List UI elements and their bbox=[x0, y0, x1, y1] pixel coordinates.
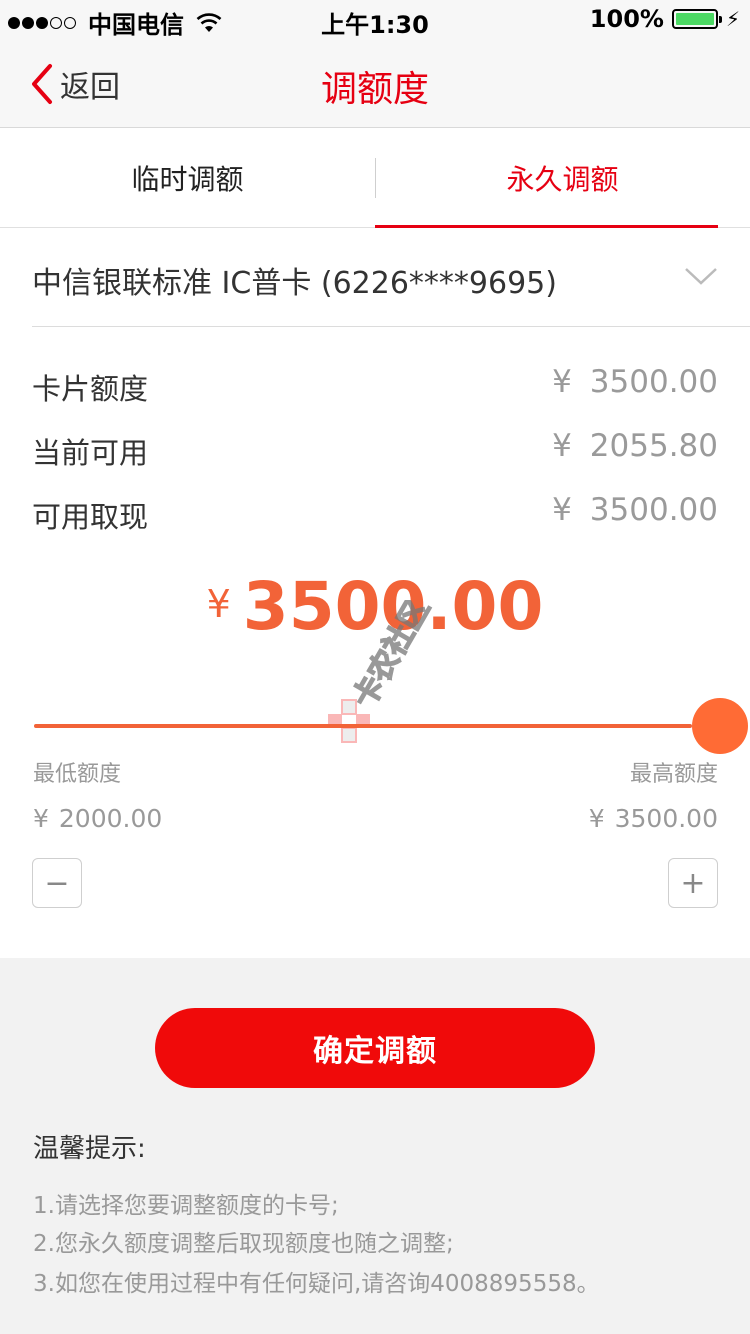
info-row-current-available: 当前可用 ¥2055.80 bbox=[32, 424, 718, 474]
currency-symbol: ¥ bbox=[552, 492, 572, 528]
confirm-adjust-button[interactable]: 确定调额 bbox=[155, 1008, 595, 1088]
tab-bar: 临时调额 永久调额 bbox=[0, 128, 750, 228]
max-amount: 3500.00 bbox=[614, 804, 718, 833]
nav-bar: 返回 调额度 bbox=[0, 40, 750, 128]
max-limit-label: 最高额度 bbox=[629, 762, 718, 787]
min-amount: 2000.00 bbox=[58, 804, 163, 833]
tips-title: 温馨提示: bbox=[33, 1134, 146, 1164]
currency-symbol: ¥ bbox=[33, 804, 49, 833]
decrease-button[interactable]: − bbox=[32, 858, 82, 908]
battery-percent: 100% bbox=[589, 5, 664, 33]
tip-line: 2.您永久额度调整后取现额度也随之调整; bbox=[33, 1231, 454, 1257]
selected-amount: ¥3500.00 bbox=[0, 568, 750, 645]
card-label: 中信银联标准 IC普卡 (6226****9695) bbox=[32, 266, 557, 301]
currency-symbol: ¥ bbox=[552, 428, 572, 464]
status-bar: 中国电信 上午1:30 100% ⚡ bbox=[0, 0, 750, 40]
card-selector[interactable]: 中信银联标准 IC普卡 (6226****9695) bbox=[32, 228, 750, 327]
info-value: ¥2055.80 bbox=[552, 428, 718, 464]
min-limit-value: ¥2000.00 bbox=[33, 804, 162, 833]
currency-symbol: ¥ bbox=[206, 582, 231, 626]
info-label: 可用取现 bbox=[32, 500, 149, 534]
info-value: ¥3500.00 bbox=[552, 492, 718, 528]
info-label: 当前可用 bbox=[32, 436, 149, 470]
amount-slider[interactable] bbox=[34, 698, 748, 754]
status-right: 100% ⚡ bbox=[590, 5, 740, 33]
min-limit-label: 最低额度 bbox=[33, 762, 122, 787]
slider-track bbox=[34, 724, 692, 728]
charging-bolt-icon: ⚡ bbox=[725, 7, 740, 31]
tip-line: 1.请选择您要调整额度的卡号; bbox=[33, 1193, 339, 1219]
max-limit-value: ¥3500.00 bbox=[589, 804, 718, 833]
info-amount: 3500.00 bbox=[589, 492, 718, 528]
info-amount: 3500.00 bbox=[589, 364, 718, 400]
battery-icon bbox=[671, 9, 722, 29]
slider-thumb[interactable] bbox=[692, 698, 748, 754]
currency-symbol: ¥ bbox=[588, 804, 605, 833]
info-row-card-limit: 卡片额度 ¥3500.00 bbox=[32, 360, 718, 410]
increase-button[interactable]: + bbox=[668, 858, 718, 908]
info-row-cash-available: 可用取现 ¥3500.00 bbox=[32, 488, 718, 538]
tab-permanent-adjust[interactable]: 永久调额 bbox=[375, 128, 750, 228]
info-amount: 2055.80 bbox=[589, 428, 718, 464]
bottom-panel: 确定调额 温馨提示: 1.请选择您要调整额度的卡号; 2.您永久额度调整后取现额… bbox=[0, 958, 750, 1334]
page-title: 调额度 bbox=[320, 69, 429, 110]
chevron-down-icon bbox=[685, 268, 717, 285]
tab-temporary-adjust[interactable]: 临时调额 bbox=[0, 128, 375, 228]
info-label: 卡片额度 bbox=[32, 372, 149, 406]
info-value: ¥3500.00 bbox=[552, 364, 718, 400]
amount-value: 3500.00 bbox=[242, 568, 544, 645]
currency-symbol: ¥ bbox=[552, 364, 572, 400]
tip-line: 3.如您在使用过程中有任何疑问,请咨询4008895558。 bbox=[33, 1271, 600, 1297]
